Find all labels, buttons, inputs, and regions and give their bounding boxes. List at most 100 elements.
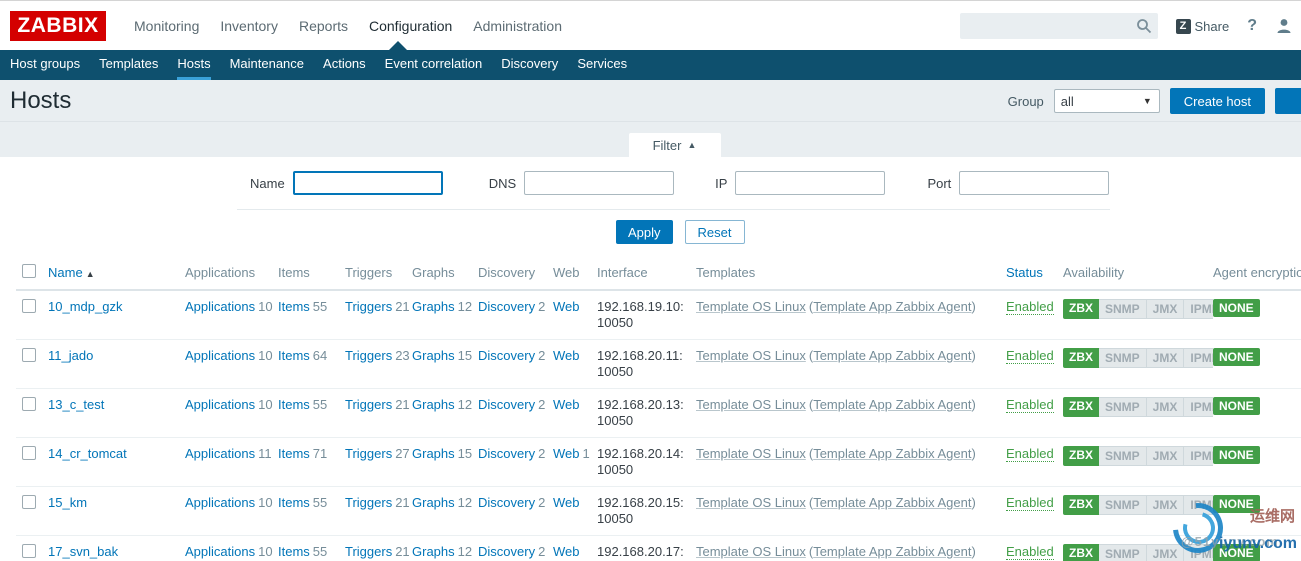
filter-toggle-tab[interactable]: Filter ▲: [628, 133, 721, 157]
subnav-item-actions[interactable]: Actions: [323, 50, 366, 80]
row-checkbox[interactable]: [22, 348, 36, 362]
web-link[interactable]: Web: [553, 299, 580, 314]
host-name-link[interactable]: 17_svn_bak: [48, 544, 118, 559]
user-profile-icon[interactable]: [1275, 17, 1293, 35]
subnav-item-templates[interactable]: Templates: [99, 50, 158, 80]
status-toggle-link[interactable]: Enabled: [1006, 397, 1054, 413]
template-linked-link[interactable]: Template App Zabbix Agent: [813, 495, 971, 510]
template-linked-link[interactable]: Template App Zabbix Agent: [813, 446, 971, 461]
template-linked-link[interactable]: Template App Zabbix Agent: [813, 544, 971, 559]
template-main-link[interactable]: Template OS Linux: [696, 446, 806, 461]
applications-link[interactable]: Applications: [185, 397, 255, 412]
help-button[interactable]: ?: [1247, 17, 1257, 35]
row-checkbox[interactable]: [22, 299, 36, 313]
discovery-link[interactable]: Discovery: [478, 348, 535, 363]
sort-by-name-link[interactable]: Name: [48, 265, 83, 280]
menu-item-inventory[interactable]: Inventory: [210, 2, 288, 50]
import-button[interactable]: Import: [1275, 88, 1301, 114]
template-main-link[interactable]: Template OS Linux: [696, 299, 806, 314]
menu-item-monitoring[interactable]: Monitoring: [124, 2, 209, 50]
web-link[interactable]: Web: [553, 495, 580, 510]
discovery-link[interactable]: Discovery: [478, 397, 535, 412]
template-linked-link[interactable]: Template App Zabbix Agent: [813, 397, 971, 412]
status-toggle-link[interactable]: Enabled: [1006, 446, 1054, 462]
host-name-link[interactable]: 10_mdp_gzk: [48, 299, 122, 314]
menu-item-administration[interactable]: Administration: [463, 2, 572, 50]
template-linked-link[interactable]: Template App Zabbix Agent: [813, 348, 971, 363]
triggers-link[interactable]: Triggers: [345, 299, 392, 314]
triggers-link[interactable]: Triggers: [345, 495, 392, 510]
subnav-item-discovery[interactable]: Discovery: [501, 50, 558, 80]
host-name-link[interactable]: 14_cr_tomcat: [48, 446, 127, 461]
status-toggle-link[interactable]: Enabled: [1006, 348, 1054, 364]
graphs-link[interactable]: Graphs: [412, 348, 455, 363]
items-link[interactable]: Items: [278, 299, 310, 314]
subnav-item-host-groups[interactable]: Host groups: [10, 50, 80, 80]
template-main-link[interactable]: Template OS Linux: [696, 348, 806, 363]
template-main-link[interactable]: Template OS Linux: [696, 544, 806, 559]
graphs-link[interactable]: Graphs: [412, 544, 455, 559]
items-link[interactable]: Items: [278, 495, 310, 510]
create-host-button[interactable]: Create host: [1169, 88, 1265, 114]
template-main-link[interactable]: Template OS Linux: [696, 495, 806, 510]
items-link[interactable]: Items: [278, 348, 310, 363]
web-link[interactable]: Web: [553, 348, 580, 363]
applications-link[interactable]: Applications: [185, 348, 255, 363]
search-icon[interactable]: [1136, 18, 1152, 37]
sort-by-status-link[interactable]: Status: [1006, 265, 1043, 280]
group-select[interactable]: all ▼: [1053, 89, 1160, 113]
graphs-link[interactable]: Graphs: [412, 446, 455, 461]
filter-name-input[interactable]: [292, 171, 443, 195]
applications-link[interactable]: Applications: [185, 446, 255, 461]
template-main-link[interactable]: Template OS Linux: [696, 397, 806, 412]
items-link[interactable]: Items: [278, 397, 310, 412]
discovery-link[interactable]: Discovery: [478, 299, 535, 314]
discovery-link[interactable]: Discovery: [478, 446, 535, 461]
subnav-item-maintenance[interactable]: Maintenance: [230, 50, 304, 80]
filter-ip-input[interactable]: [735, 171, 886, 195]
zabbix-logo[interactable]: ZABBIX: [10, 10, 106, 41]
discovery-link[interactable]: Discovery: [478, 495, 535, 510]
items-link[interactable]: Items: [278, 544, 310, 559]
menu-item-configuration[interactable]: Configuration: [359, 2, 462, 50]
share-button[interactable]: Z Share: [1175, 18, 1229, 34]
row-checkbox[interactable]: [22, 495, 36, 509]
subnav-item-services[interactable]: Services: [577, 50, 627, 80]
applications-link[interactable]: Applications: [185, 299, 255, 314]
filter-dns-input[interactable]: [524, 171, 675, 195]
select-all-checkbox[interactable]: [22, 264, 36, 278]
row-checkbox[interactable]: [22, 446, 36, 460]
triggers-link[interactable]: Triggers: [345, 544, 392, 559]
triggers-link[interactable]: Triggers: [345, 348, 392, 363]
status-toggle-link[interactable]: Enabled: [1006, 299, 1054, 315]
column-status: Status: [1006, 256, 1063, 291]
status-toggle-link[interactable]: Enabled: [1006, 544, 1054, 560]
web-link[interactable]: Web: [553, 397, 580, 412]
template-linked-link[interactable]: Template App Zabbix Agent: [813, 299, 971, 314]
graphs-link[interactable]: Graphs: [412, 495, 455, 510]
row-checkbox-cell: [16, 339, 48, 389]
triggers-link[interactable]: Triggers: [345, 397, 392, 412]
applications-link[interactable]: Applications: [185, 544, 255, 559]
discovery-link[interactable]: Discovery: [478, 544, 535, 559]
status-toggle-link[interactable]: Enabled: [1006, 495, 1054, 511]
search-input[interactable]: [959, 13, 1158, 39]
filter-port-input[interactable]: [959, 171, 1110, 195]
triggers-link[interactable]: Triggers: [345, 446, 392, 461]
web-link[interactable]: Web: [553, 544, 580, 559]
web-link[interactable]: Web: [553, 446, 580, 461]
row-checkbox[interactable]: [22, 397, 36, 411]
row-checkbox[interactable]: [22, 544, 36, 558]
host-name-link[interactable]: 11_jado: [48, 348, 93, 363]
host-name-link[interactable]: 15_km: [48, 495, 87, 510]
items-link[interactable]: Items: [278, 446, 310, 461]
graphs-link[interactable]: Graphs: [412, 299, 455, 314]
apply-button[interactable]: Apply: [616, 220, 673, 244]
subnav-item-hosts[interactable]: Hosts: [177, 50, 211, 80]
reset-button[interactable]: Reset: [684, 220, 745, 244]
subnav-item-event-correlation[interactable]: Event correlation: [385, 50, 483, 80]
host-name-link[interactable]: 13_c_test: [48, 397, 104, 412]
menu-item-reports[interactable]: Reports: [289, 2, 358, 50]
graphs-link[interactable]: Graphs: [412, 397, 455, 412]
applications-link[interactable]: Applications: [185, 495, 255, 510]
